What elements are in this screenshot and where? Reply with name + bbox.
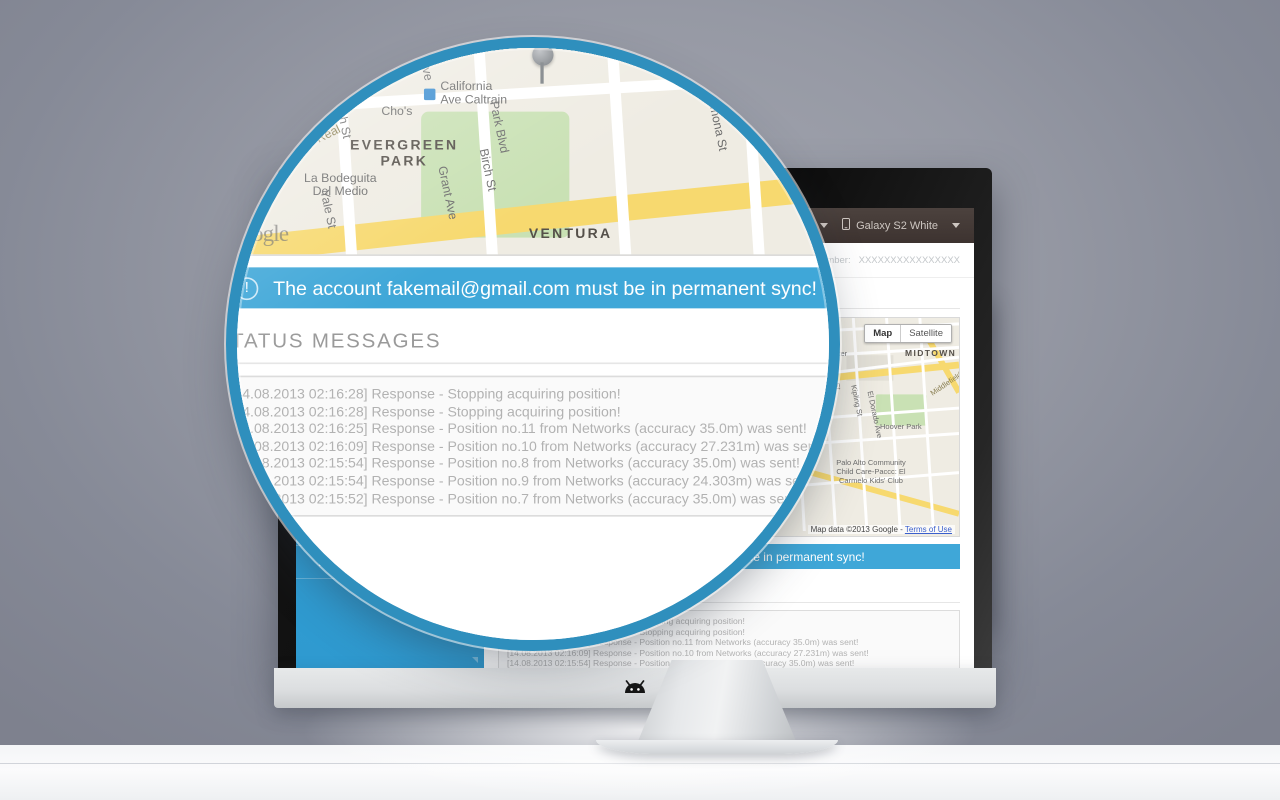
map-label-california-ave-caltrain: California Ave Caltrain — [440, 78, 508, 107]
map-view-button[interactable]: Map — [865, 325, 902, 342]
log-line: [14.08.2013 02:16:09] Response - Positio… — [237, 437, 824, 454]
log-line: [14.08.2013 02:16:28] Response - Stoppin… — [237, 385, 621, 402]
primary-monitor-chin — [274, 668, 996, 708]
satellite-view-button[interactable]: Satellite — [901, 325, 951, 342]
log-line: [14.08.2013 02:15:54] Response - Positio… — [237, 472, 816, 489]
google-map-canvas[interactable]: + − Map Satellite — [237, 48, 829, 255]
android-head-icon — [623, 680, 647, 694]
map-label-midtown: MIDTOWN — [905, 348, 957, 358]
app-body: Track Ring Take Picture Wipe Device Lock… — [237, 48, 829, 640]
map-label-ventura: VENTURA — [528, 224, 613, 242]
device-selector[interactable]: Galaxy S2 White — [842, 218, 938, 233]
log-line: [14.08.2013 02:16:28] Response - Stoppin… — [237, 402, 621, 420]
info-icon: ! — [237, 276, 259, 300]
log-line: [14.08.2013 02:16:09] Response - Positio… — [507, 647, 869, 658]
map-attribution: Map data ©2013 Google - Terms of Use — [807, 525, 955, 534]
log-line: [14.08.2013 02:15:54] Response - Positio… — [237, 454, 800, 472]
map-label-chos: Cho's — [381, 103, 413, 119]
main-content: DEVICE LOCATION — [237, 48, 829, 640]
magnifier-lens: Welcome ▾ ▯ Galaxy S2 White ▾ Your Googl… — [237, 48, 829, 640]
log-line: [14.08.2013 02:15:52] Response - Positio… — [237, 489, 800, 507]
map-label-la-bodeguita: La Bodeguita Del Medio — [304, 170, 377, 199]
map-label-paccc: Palo Alto Community Child Care-Paccc: El… — [770, 126, 829, 171]
sync-notice-text: The account fakemail@gmail.com must be i… — [273, 276, 818, 300]
caltrain-station-icon — [423, 88, 436, 101]
map-label-evergreen-park: EVERGREEN PARK — [350, 136, 459, 169]
sync-notice-banner: ! The account fakemail@gmail.com must be… — [237, 267, 829, 309]
terms-of-use-link[interactable]: Terms of Use — [905, 525, 952, 534]
phone-icon — [842, 218, 851, 233]
log-line: [14.08.2013 02:16:25] Response - Positio… — [237, 420, 807, 437]
magnifier-content: Welcome ▾ ▯ Galaxy S2 White ▾ Your Googl… — [237, 48, 829, 640]
status-messages-log[interactable]: [14.08.2013 02:16:28] Response - Stoppin… — [237, 375, 829, 517]
device-location-map[interactable]: + − Map Satellite — [237, 48, 829, 256]
status-messages-title: STATUS MESSAGES — [237, 330, 829, 365]
order-value: XXXXXXXXXXXXXXXX — [858, 254, 960, 266]
primary-monitor: PHONELOCATOR WEB Welcome — [237, 48, 829, 640]
sidebar-resize-corner-icon — [472, 657, 478, 663]
map-label-paccc: Palo Alto Community Child Care-Paccc: El… — [836, 458, 906, 485]
monitor-stand-base — [596, 740, 838, 754]
map-type-toggle[interactable]: Map Satellite — [864, 324, 952, 343]
device-label: Galaxy S2 White — [856, 219, 938, 232]
google-logo: Google — [237, 223, 289, 248]
chevron-down-icon-2[interactable] — [952, 223, 960, 228]
map-label-hoover-park: Hoover Park — [880, 422, 922, 431]
phonelocator-web-app: PHONELOCATOR WEB Welcome — [237, 48, 829, 640]
